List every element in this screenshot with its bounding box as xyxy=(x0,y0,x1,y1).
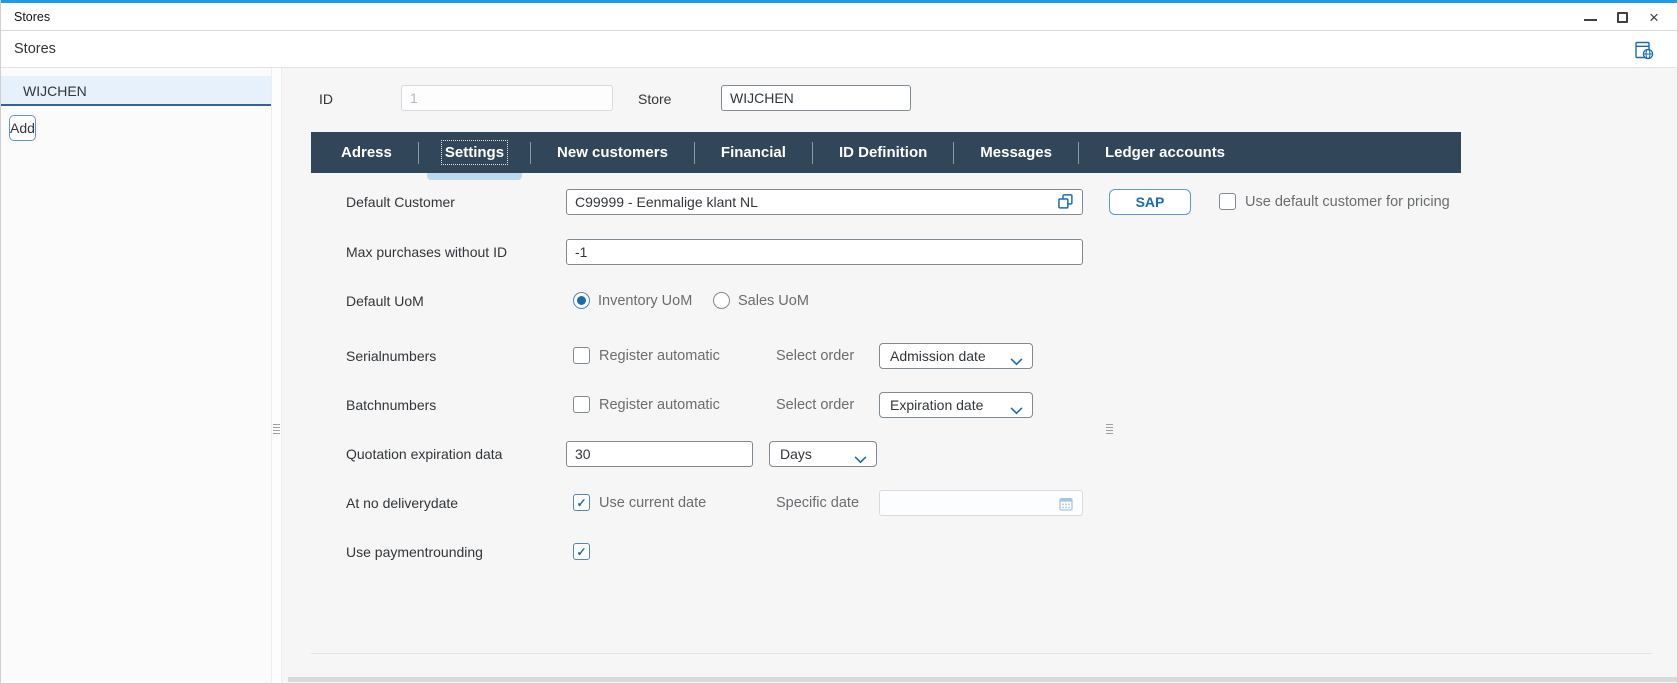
check-icon: ✓ xyxy=(576,497,586,509)
window-title: Stores xyxy=(14,3,50,31)
minimize-icon xyxy=(1584,19,1597,21)
sales-uom-radio[interactable] xyxy=(713,292,730,309)
horizontal-scrollbar[interactable] xyxy=(288,677,1677,682)
sales-uom-label: Sales UoM xyxy=(738,293,809,309)
serial-select-order-label: Select order xyxy=(776,348,854,364)
row-max-purchases: Max purchases without ID xyxy=(282,239,1677,265)
panel-grip-icon[interactable] xyxy=(1106,424,1113,434)
main-panel: ID Store Adress Settings New customers F… xyxy=(282,68,1677,684)
titlebar: Stores × xyxy=(1,3,1677,31)
pricing-checkbox-label: Use default customer for pricing xyxy=(1245,194,1450,210)
row-serialnumbers: Serialnumbers Register automatic Select … xyxy=(282,343,1677,369)
calendar-icon xyxy=(1058,496,1074,517)
store-input[interactable] xyxy=(721,85,911,111)
row-default-uom: Default UoM Inventory UoM Sales UoM xyxy=(282,288,1677,314)
print-icon xyxy=(1634,40,1655,61)
tab-ledger-accounts[interactable]: Ledger accounts xyxy=(1079,132,1251,173)
batch-select-order-label: Select order xyxy=(776,397,854,413)
max-purchases-input[interactable] xyxy=(566,239,1083,265)
serialnumbers-label: Serialnumbers xyxy=(346,348,436,364)
window-body: WIJCHEN Add ID Store Adress Settings New… xyxy=(1,68,1677,684)
pricing-checkbox[interactable] xyxy=(1219,193,1236,210)
row-quotation-expiration: Quotation expiration data Days xyxy=(282,441,1677,467)
quotation-unit-dropdown[interactable]: Days xyxy=(769,441,877,467)
tab-bar: Adress Settings New customers Financial … xyxy=(311,132,1461,173)
store-label: Store xyxy=(638,91,671,107)
sidebar-item-wijchen[interactable]: WIJCHEN xyxy=(1,76,271,106)
serial-register-label: Register automatic xyxy=(599,348,720,364)
close-icon: × xyxy=(1649,9,1659,26)
batch-order-dropdown[interactable]: Expiration date xyxy=(879,392,1033,418)
print-button[interactable] xyxy=(1633,39,1655,61)
quotation-expiration-label: Quotation expiration data xyxy=(346,446,502,462)
splitter-grip-icon xyxy=(273,424,280,434)
minimize-button[interactable] xyxy=(1581,7,1599,27)
close-button[interactable]: × xyxy=(1645,7,1663,27)
sap-button[interactable]: SAP xyxy=(1109,189,1191,215)
tab-messages[interactable]: Messages xyxy=(954,132,1078,173)
page-title: Stores xyxy=(14,31,56,68)
use-current-date-label: Use current date xyxy=(599,495,706,511)
app-header: Stores xyxy=(1,31,1677,68)
inventory-uom-radio[interactable] xyxy=(573,292,590,309)
serial-register-checkbox[interactable] xyxy=(573,347,590,364)
row-default-customer: Default Customer SAP Use default custome… xyxy=(282,189,1677,215)
id-input xyxy=(401,85,613,111)
chevron-down-icon xyxy=(854,451,867,469)
batch-register-checkbox[interactable] xyxy=(573,396,590,413)
stores-sidebar: WIJCHEN Add xyxy=(1,68,271,684)
use-current-date-checkbox[interactable]: ✓ xyxy=(573,494,590,511)
content-divider xyxy=(311,653,1652,654)
specific-date-label: Specific date xyxy=(776,495,859,511)
tab-new-customers[interactable]: New customers xyxy=(531,132,694,173)
max-purchases-label: Max purchases without ID xyxy=(346,244,507,260)
serial-order-dropdown[interactable]: Admission date xyxy=(879,343,1033,369)
row-no-deliverydate: At no deliverydate ✓ Use current date Sp… xyxy=(282,490,1677,516)
tab-settings[interactable]: Settings xyxy=(419,132,530,173)
stores-window: Stores × Stores WIJCHEN Add xyxy=(0,0,1678,684)
maximize-button[interactable] xyxy=(1613,7,1631,27)
chevron-down-icon xyxy=(1010,353,1023,371)
check-icon: ✓ xyxy=(576,546,586,558)
tab-financial[interactable]: Financial xyxy=(695,132,812,173)
batchnumbers-label: Batchnumbers xyxy=(346,397,436,413)
specific-date-input xyxy=(879,490,1083,516)
sidebar-splitter[interactable] xyxy=(271,68,282,684)
quotation-expiration-input[interactable] xyxy=(566,441,753,467)
batch-register-label: Register automatic xyxy=(599,397,720,413)
default-customer-label: Default Customer xyxy=(346,194,455,210)
add-store-button[interactable]: Add xyxy=(9,115,36,141)
default-customer-input[interactable] xyxy=(566,189,1083,215)
paymentrounding-label: Use paymentrounding xyxy=(346,544,483,560)
no-deliverydate-label: At no deliverydate xyxy=(346,495,458,511)
value-help-icon[interactable] xyxy=(1057,193,1074,215)
sidebar-item-label: WIJCHEN xyxy=(23,83,87,99)
id-label: ID xyxy=(319,91,333,107)
row-batchnumbers: Batchnumbers Register automatic Select o… xyxy=(282,392,1677,418)
tab-adress[interactable]: Adress xyxy=(315,132,418,173)
chevron-down-icon xyxy=(1010,402,1023,420)
row-paymentrounding: Use paymentrounding ✓ xyxy=(282,539,1677,565)
tab-id-definition[interactable]: ID Definition xyxy=(813,132,953,173)
maximize-icon xyxy=(1617,12,1628,23)
inventory-uom-label: Inventory UoM xyxy=(598,293,692,309)
paymentrounding-checkbox[interactable]: ✓ xyxy=(573,543,590,560)
window-controls: × xyxy=(1581,3,1663,31)
default-uom-label: Default UoM xyxy=(346,293,424,309)
